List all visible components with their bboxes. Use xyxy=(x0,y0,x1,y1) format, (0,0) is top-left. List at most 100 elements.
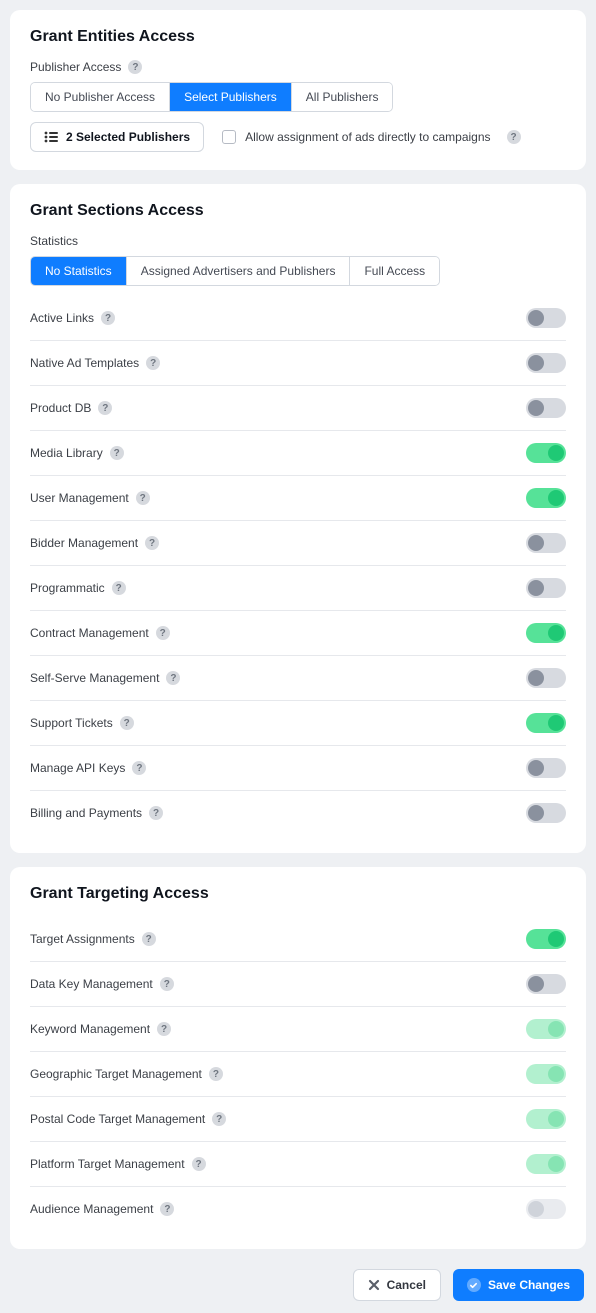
toggle-label: Support Tickets? xyxy=(30,716,134,730)
help-icon[interactable]: ? xyxy=(507,130,521,144)
toggle-label: Geographic Target Management? xyxy=(30,1067,223,1081)
help-icon[interactable]: ? xyxy=(128,60,142,74)
toggle-switch[interactable] xyxy=(526,758,566,778)
grant-targeting-title: Grant Targeting Access xyxy=(30,885,566,903)
toggle-label: Programmatic? xyxy=(30,581,126,595)
help-icon[interactable]: ? xyxy=(156,626,170,640)
help-icon[interactable]: ? xyxy=(101,311,115,325)
help-icon[interactable]: ? xyxy=(212,1112,226,1126)
toggle-knob xyxy=(548,625,564,641)
toggle-switch[interactable] xyxy=(526,443,566,463)
help-icon[interactable]: ? xyxy=(157,1022,171,1036)
segment-button[interactable]: Assigned Advertisers and Publishers xyxy=(127,257,351,285)
toggle-switch[interactable] xyxy=(526,398,566,418)
help-icon[interactable]: ? xyxy=(136,491,150,505)
help-icon[interactable]: ? xyxy=(145,536,159,550)
toggle-label: Data Key Management? xyxy=(30,977,174,991)
toggle-switch[interactable] xyxy=(526,974,566,994)
toggle-row: Platform Target Management? xyxy=(30,1142,566,1187)
toggle-label: Native Ad Templates? xyxy=(30,356,160,370)
toggle-row: Geographic Target Management? xyxy=(30,1052,566,1097)
toggle-label: Postal Code Target Management? xyxy=(30,1112,226,1126)
toggle-row: Data Key Management? xyxy=(30,962,566,1007)
help-icon[interactable]: ? xyxy=(120,716,134,730)
toggle-switch[interactable] xyxy=(526,929,566,949)
segment-button[interactable]: No Statistics xyxy=(31,257,127,285)
toggle-knob xyxy=(528,355,544,371)
cancel-button[interactable]: Cancel xyxy=(353,1269,441,1301)
toggle-label: Audience Management? xyxy=(30,1202,174,1216)
toggle-label: Platform Target Management? xyxy=(30,1157,206,1171)
publisher-access-label: Publisher Access ? xyxy=(30,60,566,74)
help-icon[interactable]: ? xyxy=(160,977,174,991)
toggle-knob xyxy=(528,1201,544,1217)
toggle-switch[interactable] xyxy=(526,1019,566,1039)
toggle-switch[interactable] xyxy=(526,1199,566,1219)
toggle-knob xyxy=(528,580,544,596)
grant-sections-title: Grant Sections Access xyxy=(30,202,566,220)
toggle-switch[interactable] xyxy=(526,668,566,688)
selected-publishers-button[interactable]: 2 Selected Publishers xyxy=(30,122,204,152)
toggle-switch[interactable] xyxy=(526,353,566,373)
toggle-knob xyxy=(528,310,544,326)
toggle-row: Programmatic? xyxy=(30,566,566,611)
toggle-knob xyxy=(528,535,544,551)
toggle-row: Audience Management? xyxy=(30,1187,566,1231)
toggle-switch[interactable] xyxy=(526,803,566,823)
footer-actions: Cancel Save Changes xyxy=(10,1263,586,1303)
grant-targeting-card: Grant Targeting Access Target Assignment… xyxy=(10,867,586,1249)
toggle-row: Target Assignments? xyxy=(30,917,566,962)
help-icon[interactable]: ? xyxy=(110,446,124,460)
help-icon[interactable]: ? xyxy=(149,806,163,820)
grant-sections-card: Grant Sections Access Statistics No Stat… xyxy=(10,184,586,853)
list-icon xyxy=(44,131,58,143)
toggle-row: Billing and Payments? xyxy=(30,791,566,835)
toggle-row: Support Tickets? xyxy=(30,701,566,746)
help-icon[interactable]: ? xyxy=(192,1157,206,1171)
save-button[interactable]: Save Changes xyxy=(453,1269,584,1301)
grant-entities-title: Grant Entities Access xyxy=(30,28,566,46)
toggle-switch[interactable] xyxy=(526,713,566,733)
help-icon[interactable]: ? xyxy=(160,1202,174,1216)
toggle-switch[interactable] xyxy=(526,1109,566,1129)
toggle-knob xyxy=(548,715,564,731)
help-icon[interactable]: ? xyxy=(166,671,180,685)
toggle-switch[interactable] xyxy=(526,1154,566,1174)
help-icon[interactable]: ? xyxy=(98,401,112,415)
toggle-row: Postal Code Target Management? xyxy=(30,1097,566,1142)
close-icon xyxy=(368,1279,380,1291)
toggle-row: Active Links? xyxy=(30,296,566,341)
publisher-access-segments: No Publisher AccessSelect PublishersAll … xyxy=(30,82,393,112)
toggle-switch[interactable] xyxy=(526,578,566,598)
help-icon[interactable]: ? xyxy=(146,356,160,370)
toggle-row: User Management? xyxy=(30,476,566,521)
toggle-row: Media Library? xyxy=(30,431,566,476)
help-icon[interactable]: ? xyxy=(112,581,126,595)
toggle-knob xyxy=(528,760,544,776)
check-circle-icon xyxy=(467,1278,481,1292)
toggle-switch[interactable] xyxy=(526,533,566,553)
toggle-knob xyxy=(528,805,544,821)
help-icon[interactable]: ? xyxy=(142,932,156,946)
toggle-row: Manage API Keys? xyxy=(30,746,566,791)
allow-assignment-checkbox[interactable]: Allow assignment of ads directly to camp… xyxy=(222,130,520,144)
toggle-label: Bidder Management? xyxy=(30,536,159,550)
toggle-row: Product DB? xyxy=(30,386,566,431)
toggle-switch[interactable] xyxy=(526,1064,566,1084)
help-icon[interactable]: ? xyxy=(209,1067,223,1081)
toggle-switch[interactable] xyxy=(526,488,566,508)
segment-button[interactable]: Select Publishers xyxy=(170,83,292,111)
help-icon[interactable]: ? xyxy=(132,761,146,775)
toggle-knob xyxy=(548,931,564,947)
toggle-switch[interactable] xyxy=(526,308,566,328)
toggle-row: Bidder Management? xyxy=(30,521,566,566)
toggle-label: Keyword Management? xyxy=(30,1022,171,1036)
toggle-switch[interactable] xyxy=(526,623,566,643)
toggle-knob xyxy=(548,1111,564,1127)
segment-button[interactable]: No Publisher Access xyxy=(31,83,170,111)
segment-button[interactable]: All Publishers xyxy=(292,83,393,111)
segment-button[interactable]: Full Access xyxy=(350,257,439,285)
toggle-label: Active Links? xyxy=(30,311,115,325)
targeting-rows: Target Assignments? Data Key Management? K… xyxy=(30,917,566,1231)
toggle-label: Media Library? xyxy=(30,446,124,460)
